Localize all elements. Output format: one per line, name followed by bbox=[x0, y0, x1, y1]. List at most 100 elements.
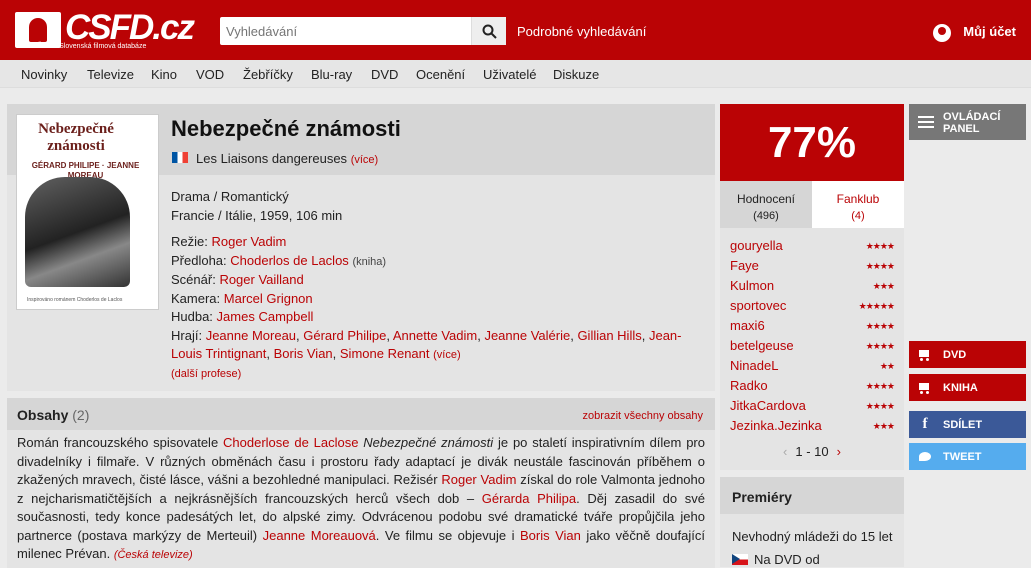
dvd-button[interactable]: DVD bbox=[909, 341, 1026, 368]
source-note: (kniha) bbox=[352, 255, 387, 268]
film-poster[interactable]: Nebezpečné známosti GÉRARD PHILIPE · JEA… bbox=[16, 114, 159, 310]
list-item: JitkaCardova ★★★★ bbox=[730, 398, 895, 413]
plot-title: Obsahy (2) bbox=[17, 407, 90, 423]
cart-icon bbox=[917, 347, 933, 362]
chevron-right-icon[interactable]: › bbox=[837, 444, 841, 459]
cast-link[interactable]: Jeanne Moreau bbox=[206, 328, 296, 343]
search-box bbox=[220, 17, 506, 45]
rating-tabs: Hodnocení (496) Fanklub (4) bbox=[720, 181, 904, 228]
plot-header: Obsahy (2) zobrazit všechny obsahy bbox=[7, 398, 715, 430]
account-link[interactable]: Můj účet bbox=[963, 24, 1016, 39]
rating-score: 77% bbox=[720, 104, 904, 181]
tab-fanclub[interactable]: Fanklub (4) bbox=[812, 181, 904, 228]
user-link[interactable]: Kulmon bbox=[730, 278, 774, 293]
nav-item-bluray[interactable]: Blu-ray bbox=[311, 67, 352, 82]
plot-link[interactable]: Boris Vian bbox=[520, 528, 581, 543]
cast-link[interactable]: Gérard Philipe bbox=[303, 328, 386, 343]
source-label: Předloha: bbox=[171, 252, 227, 268]
poster-footer: Inspirováno románem Choderlos de Laclos bbox=[27, 297, 123, 303]
film-details: Drama / Romantický Francie / Itálie, 195… bbox=[171, 188, 711, 383]
user-link[interactable]: sportovec bbox=[730, 298, 786, 313]
user-link[interactable]: maxi6 bbox=[730, 318, 765, 333]
other-professions-link[interactable]: (další profese) bbox=[171, 365, 711, 384]
user-icon[interactable] bbox=[933, 24, 951, 42]
list-item: sportovec ★★★★★ bbox=[730, 298, 895, 313]
user-link[interactable]: Radko bbox=[730, 378, 768, 393]
user-link[interactable]: JitkaCardova bbox=[730, 398, 806, 413]
stars-icon: ★★★★ bbox=[865, 241, 895, 251]
writer-link[interactable]: Roger Vailland bbox=[219, 272, 303, 287]
age-rating: Nevhodný mládeži do 15 let bbox=[732, 529, 893, 544]
plot-count: (2) bbox=[72, 407, 90, 423]
twitter-tweet-button[interactable]: TWEET bbox=[909, 443, 1026, 470]
nav-item-vod[interactable]: VOD bbox=[196, 67, 224, 82]
cast-link[interactable]: Jeanne Valérie bbox=[484, 328, 570, 343]
stars-icon: ★★★ bbox=[872, 421, 895, 431]
nav-item-diskuze[interactable]: Diskuze bbox=[553, 67, 599, 82]
plot-source: (Česká televize) bbox=[113, 549, 193, 561]
more-titles-link[interactable]: (více) bbox=[351, 154, 379, 166]
plot-link[interactable]: Roger Vadim bbox=[441, 472, 516, 487]
advanced-search-link[interactable]: Podrobné vyhledávání bbox=[517, 24, 646, 39]
logo-text: CSFD.cz bbox=[65, 8, 195, 47]
logo-subtitle: Česko-Slovenská filmová databáze bbox=[37, 43, 147, 50]
user-link[interactable]: NinadeL bbox=[730, 358, 778, 373]
tab-ratings[interactable]: Hodnocení (496) bbox=[720, 181, 812, 228]
cast-link[interactable]: Simone Renant bbox=[340, 346, 430, 361]
film-info-panel: Nebezpečné známosti GÉRARD PHILIPE · JEA… bbox=[7, 104, 715, 391]
user-link[interactable]: gouryella bbox=[730, 238, 783, 253]
main-nav: Novinky Televize Kino VOD Žebříčky Blu-r… bbox=[0, 60, 1031, 88]
csfd-logo[interactable]: CSFD.cz Česko-Slovenská filmová databáze bbox=[15, 8, 195, 52]
camera-link[interactable]: Marcel Grignon bbox=[224, 291, 313, 306]
nav-item-kino[interactable]: Kino bbox=[151, 67, 177, 82]
source-link[interactable]: Choderlos de Laclos bbox=[230, 253, 349, 268]
stars-icon: ★★★★ bbox=[865, 401, 895, 411]
list-item: Radko ★★★★ bbox=[730, 378, 895, 393]
nav-item-novinky[interactable]: Novinky bbox=[21, 67, 67, 82]
plot-link[interactable]: Gérarda Philipa bbox=[482, 491, 576, 506]
writer-label: Scénář: bbox=[171, 272, 216, 287]
director-link[interactable]: Roger Vadim bbox=[211, 234, 286, 249]
plot-text: Román francouzského spisovatele Choderlo… bbox=[17, 435, 706, 561]
original-title: Les Liaisons dangereuses (více) bbox=[196, 151, 379, 166]
nav-item-zebricky[interactable]: Žebříčky bbox=[243, 67, 293, 82]
stars-icon: ★★★ bbox=[872, 281, 895, 291]
search-input[interactable] bbox=[220, 17, 470, 45]
cast-link[interactable]: Annette Vadim bbox=[393, 328, 477, 343]
user-link[interactable]: Jezinka.Jezinka bbox=[730, 418, 822, 433]
cast-link[interactable]: Boris Vian bbox=[274, 346, 333, 361]
plot-panel: Obsahy (2) zobrazit všechny obsahy Román… bbox=[7, 398, 715, 568]
nav-item-dvd[interactable]: DVD bbox=[371, 67, 398, 82]
twitter-icon bbox=[917, 449, 933, 464]
search-icon bbox=[482, 24, 497, 39]
stars-icon: ★★★★ bbox=[865, 321, 895, 331]
stars-icon: ★★ bbox=[879, 361, 895, 371]
nav-item-uzivatele[interactable]: Uživatelé bbox=[483, 67, 536, 82]
chevron-left-icon[interactable]: ‹ bbox=[783, 444, 787, 459]
poster-image bbox=[25, 177, 130, 287]
user-link[interactable]: betelgeuse bbox=[730, 338, 794, 353]
more-cast-link[interactable]: (více) bbox=[433, 349, 461, 361]
cast-label: Hrají: bbox=[171, 327, 203, 343]
list-item: NinadeL ★★ bbox=[730, 358, 895, 373]
facebook-share-button[interactable]: f SDÍLET bbox=[909, 411, 1026, 438]
director-label: Režie: bbox=[171, 234, 208, 249]
czech-flag-icon bbox=[732, 554, 748, 565]
plot-link[interactable]: Choderlose de Laclose bbox=[223, 435, 358, 450]
cast-link[interactable]: Gillian Hills bbox=[577, 328, 641, 343]
premieres-title: Premiéry bbox=[720, 477, 904, 514]
search-button[interactable] bbox=[471, 17, 506, 45]
stars-icon: ★★★★★ bbox=[858, 301, 895, 311]
show-all-plots-link[interactable]: zobrazit všechny obsahy bbox=[583, 410, 703, 422]
plot-link[interactable]: Jeanne Moreauová bbox=[263, 528, 376, 543]
list-item: Jezinka.Jezinka ★★★ bbox=[730, 418, 895, 433]
nav-item-televize[interactable]: Televize bbox=[87, 67, 134, 82]
list-item: betelgeuse ★★★★ bbox=[730, 338, 895, 353]
stars-icon: ★★★★ bbox=[865, 341, 895, 351]
user-link[interactable]: Faye bbox=[730, 258, 759, 273]
nav-item-oceneni[interactable]: Ocenění bbox=[416, 67, 465, 82]
control-panel-button[interactable]: OVLÁDACÍ PANEL bbox=[909, 104, 1026, 140]
book-button[interactable]: KNIHA bbox=[909, 374, 1026, 401]
music-link[interactable]: James Campbell bbox=[217, 309, 314, 324]
film-title: Nebezpečné známosti bbox=[171, 116, 401, 141]
